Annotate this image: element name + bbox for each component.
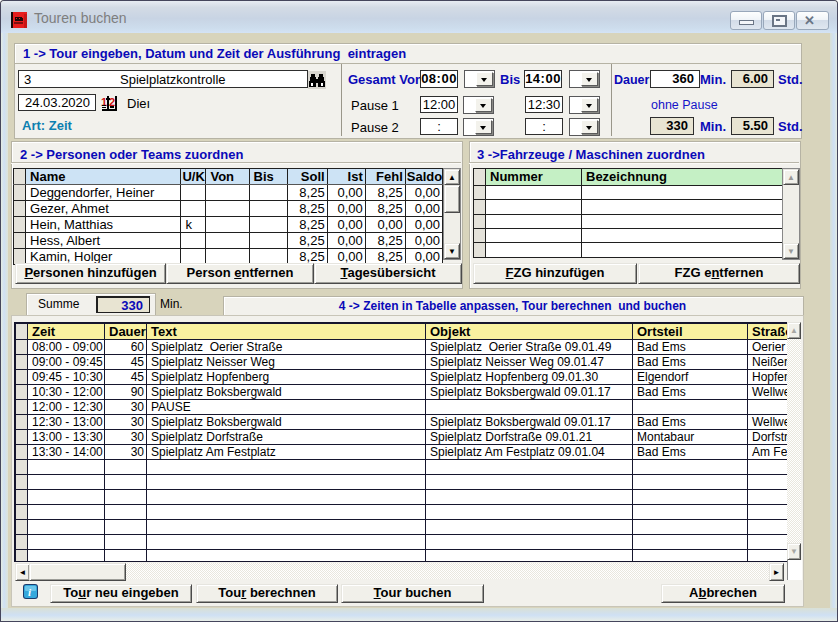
svg-text:1: 1 [101,96,107,108]
